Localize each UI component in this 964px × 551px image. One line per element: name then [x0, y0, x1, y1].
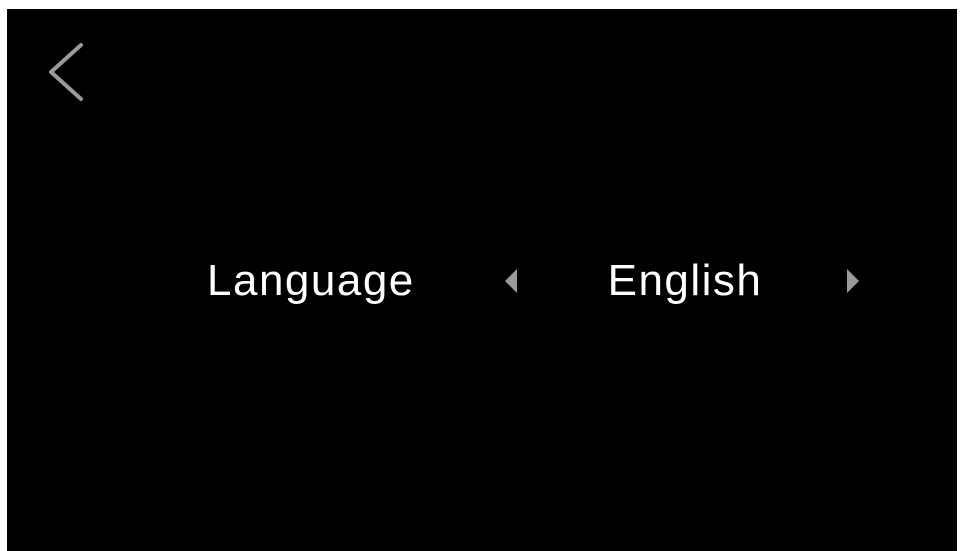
- back-button[interactable]: [43, 41, 91, 103]
- device-screen: Language English: [7, 9, 957, 551]
- setting-value: English: [607, 256, 763, 305]
- next-option-button[interactable]: [837, 265, 869, 297]
- chevron-left-icon: [49, 43, 83, 101]
- triangle-right-icon: [847, 269, 859, 293]
- previous-option-button[interactable]: [495, 265, 527, 297]
- language-setting-row: Language English: [7, 249, 957, 313]
- triangle-left-icon: [505, 269, 517, 293]
- setting-label: Language: [207, 256, 415, 305]
